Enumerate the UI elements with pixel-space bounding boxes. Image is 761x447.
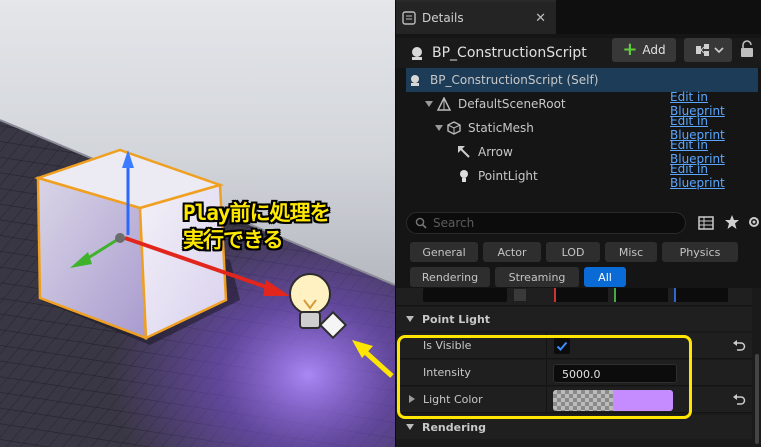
category-streaming-button[interactable]: Streaming xyxy=(495,267,579,287)
section-title: Point Light xyxy=(422,312,491,326)
category-lod-button[interactable]: LOD xyxy=(546,242,600,262)
tab-details[interactable]: Details ✕ xyxy=(396,0,556,34)
tree-item-label: PointLight xyxy=(478,169,538,183)
tree-item-label: Arrow xyxy=(478,145,513,159)
chevron-down-icon xyxy=(406,316,414,322)
arrow-component-icon xyxy=(458,146,470,158)
clipped-property-row xyxy=(396,288,752,306)
blueprint-options-button[interactable] xyxy=(684,38,732,62)
actor-title: BP_ConstructionScript xyxy=(432,45,587,61)
tab-label: Details xyxy=(422,11,464,25)
tree-item-label: DefaultSceneRoot xyxy=(458,97,566,111)
actor-icon xyxy=(411,75,419,86)
tree-item-self[interactable]: BP_ConstructionScript (Self) xyxy=(406,68,758,92)
tab-bar: Details ✕ xyxy=(396,0,761,34)
search-icon xyxy=(415,217,427,229)
level-viewport[interactable]: Play前に処理を 実行できる xyxy=(0,0,395,447)
lock-icon[interactable] xyxy=(740,40,754,58)
scene-root-icon xyxy=(437,97,451,111)
chevron-down-icon[interactable] xyxy=(425,101,433,107)
scrollbar[interactable] xyxy=(752,288,761,447)
highlight-box xyxy=(397,335,692,419)
scrollbar-thumb[interactable] xyxy=(755,354,759,444)
category-physics-button[interactable]: Physics xyxy=(662,242,738,262)
category-rendering-button[interactable]: Rendering xyxy=(410,267,490,287)
reset-icon[interactable] xyxy=(732,393,746,407)
gear-icon[interactable] xyxy=(748,214,760,230)
details-icon xyxy=(402,11,416,25)
component-tree: BP_ConstructionScript (Self) DefaultScen… xyxy=(396,68,761,190)
chevron-down-icon xyxy=(406,424,414,430)
tree-item-staticmesh[interactable]: StaticMesh Edit in Blueprint xyxy=(396,114,761,142)
tree-item-label: StaticMesh xyxy=(468,121,534,135)
category-misc-button[interactable]: Misc xyxy=(605,242,657,262)
category-actor-button[interactable]: Actor xyxy=(483,242,541,262)
annotation-line-1: Play前に処理を xyxy=(183,201,331,225)
reset-icon[interactable] xyxy=(732,339,746,353)
category-all-button[interactable]: All xyxy=(584,267,626,287)
add-component-button[interactable]: + Add xyxy=(612,38,676,62)
add-label: Add xyxy=(642,43,666,57)
tree-item-defaultsceneroot[interactable]: DefaultSceneRoot Edit in Blueprint xyxy=(396,90,761,118)
tree-item-arrow[interactable]: Arrow Edit in Blueprint xyxy=(396,138,761,166)
static-mesh-icon xyxy=(447,121,461,135)
annotation-line-2: 実行できる xyxy=(183,228,284,252)
plus-icon: + xyxy=(622,39,638,60)
annotation-callout: Play前に処理を 実行できる xyxy=(183,200,331,254)
category-general-button[interactable]: General xyxy=(410,242,478,262)
section-title: Rendering xyxy=(422,420,486,434)
tree-item-pointlight[interactable]: PointLight Edit in Blueprint xyxy=(396,162,761,190)
search-input[interactable]: Search xyxy=(406,212,686,234)
light-bulb-icon xyxy=(460,170,468,182)
edit-in-blueprint-link[interactable]: Edit in Blueprint xyxy=(670,162,761,190)
search-placeholder: Search xyxy=(433,216,475,230)
table-view-icon[interactable] xyxy=(698,215,714,231)
chevron-down-icon[interactable] xyxy=(435,125,443,131)
blueprint-icon xyxy=(696,44,724,56)
section-point-light[interactable]: Point Light xyxy=(396,307,752,331)
actor-icon xyxy=(412,47,422,60)
star-icon[interactable] xyxy=(724,214,740,230)
tree-item-label: BP_ConstructionScript (Self) xyxy=(430,73,599,87)
close-icon[interactable]: ✕ xyxy=(535,11,546,26)
